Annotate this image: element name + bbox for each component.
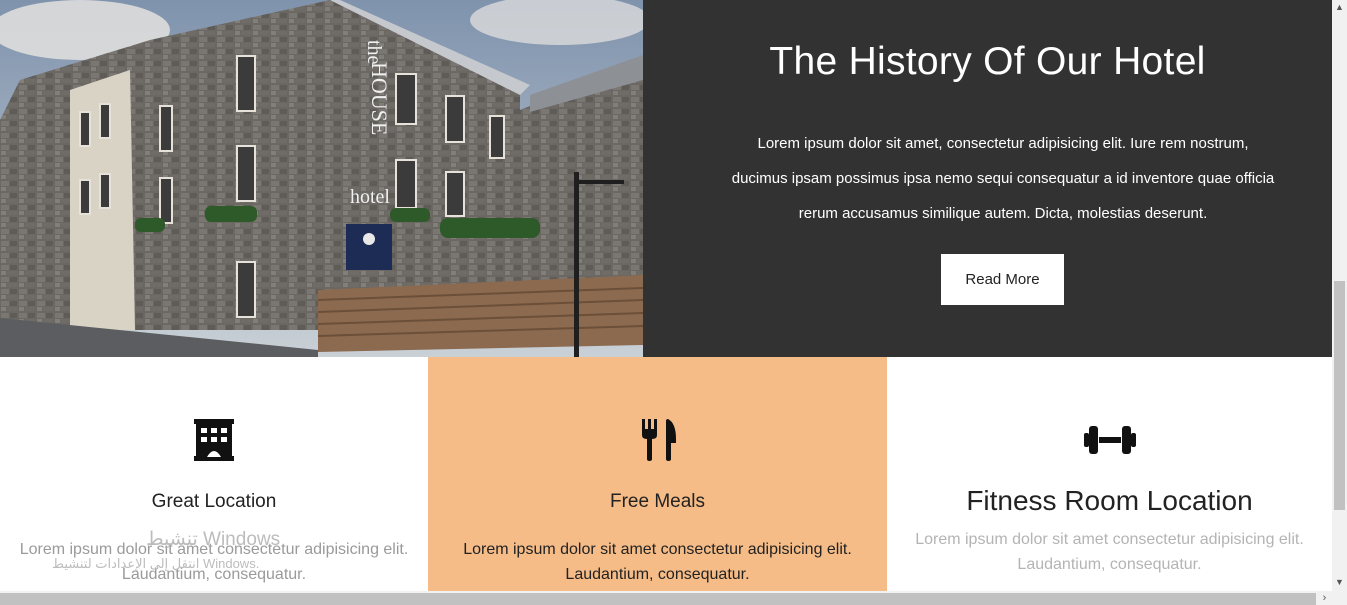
history-section: the HOUSE hotel The History Of Our Hotel… bbox=[0, 0, 1332, 357]
feature-title: Great Location bbox=[151, 491, 277, 512]
feature-title: Free Meals bbox=[609, 491, 706, 512]
horizontal-scrollbar[interactable]: › bbox=[0, 591, 1332, 605]
history-panel: The History Of Our Hotel Lorem ipsum dol… bbox=[643, 0, 1332, 357]
scroll-up-arrow-icon[interactable]: ▲ bbox=[1332, 0, 1347, 15]
feature-title: Fitness Room Location bbox=[966, 485, 1253, 516]
feature-free-meals: Free Meals Lorem ipsum dolor sit amet co… bbox=[428, 357, 887, 591]
dumbbell-icon bbox=[887, 419, 1332, 461]
svg-text:hotel: hotel bbox=[350, 186, 390, 208]
svg-text:the: the bbox=[363, 40, 385, 65]
features-section: Great Location Lorem ipsum dolor sit ame… bbox=[0, 357, 1332, 591]
vertical-scroll-thumb[interactable] bbox=[1334, 281, 1345, 510]
hotel-photo: the HOUSE hotel bbox=[0, 0, 643, 357]
history-description: Lorem ipsum dolor sit amet, consectetur … bbox=[731, 135, 1275, 222]
feature-fitness-room: Fitness Room Location Lorem ipsum dolor … bbox=[887, 357, 1332, 591]
building-icon bbox=[0, 419, 428, 461]
utensils-icon bbox=[428, 419, 887, 461]
history-title: The History Of Our Hotel bbox=[769, 40, 1206, 83]
feature-text: Lorem ipsum dolor sit amet consectetur a… bbox=[463, 541, 852, 583]
feature-great-location: Great Location Lorem ipsum dolor sit ame… bbox=[0, 357, 428, 591]
read-more-button[interactable]: Read More bbox=[941, 254, 1064, 305]
feature-text: Lorem ipsum dolor sit amet consectetur a… bbox=[915, 531, 1304, 573]
svg-text:HOUSE: HOUSE bbox=[367, 62, 392, 135]
vertical-scrollbar[interactable]: ▲ ▼ bbox=[1332, 0, 1347, 605]
horizontal-scroll-thumb[interactable] bbox=[0, 593, 1316, 605]
feature-text: Lorem ipsum dolor sit amet consectetur a… bbox=[19, 541, 409, 583]
scroll-right-arrow-icon[interactable]: › bbox=[1317, 591, 1332, 605]
scroll-down-arrow-icon[interactable]: ▼ bbox=[1332, 575, 1347, 590]
